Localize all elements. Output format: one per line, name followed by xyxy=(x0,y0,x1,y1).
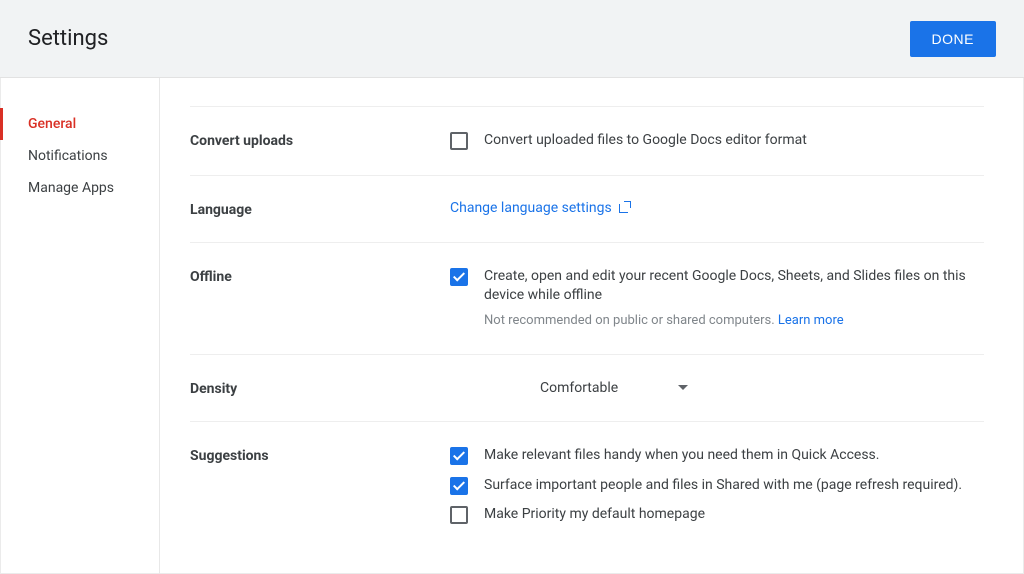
section-density: Density Comfortable xyxy=(190,355,984,422)
offline-text-main: Create, open and edit your recent Google… xyxy=(484,268,966,304)
chevron-down-icon xyxy=(678,385,688,390)
suggestion-text: Surface important people and files in Sh… xyxy=(484,476,984,496)
suggestion-quick-access-checkbox[interactable] xyxy=(450,447,468,465)
section-label: Offline xyxy=(190,267,450,330)
section-convert-uploads: Convert uploads Convert uploaded files t… xyxy=(190,107,984,176)
section-body: Convert uploaded files to Google Docs ed… xyxy=(450,131,984,151)
section-label: Density xyxy=(190,379,450,397)
section-offline: Offline Create, open and edit your recen… xyxy=(190,243,984,355)
settings-dialog: Settings DONE General Notifications Mana… xyxy=(0,0,1024,574)
section-body: Create, open and edit your recent Google… xyxy=(450,267,984,330)
section-label: Convert uploads xyxy=(190,131,450,151)
suggestion-text: Make relevant files handy when you need … xyxy=(484,446,984,466)
section-body: Make relevant files handy when you need … xyxy=(450,446,984,525)
sidebar-item-notifications[interactable]: Notifications xyxy=(0,140,159,172)
dialog-title: Settings xyxy=(28,26,108,51)
section-language: Language Change language settings xyxy=(190,176,984,243)
sidebar: General Notifications Manage Apps xyxy=(0,78,160,574)
suggestion-shared-checkbox[interactable] xyxy=(450,477,468,495)
done-button[interactable]: DONE xyxy=(910,21,996,57)
suggestion-row-shared: Surface important people and files in Sh… xyxy=(450,476,984,496)
external-link-icon xyxy=(619,202,630,213)
dialog-body: General Notifications Manage Apps Conver… xyxy=(0,78,1024,574)
offline-row: Create, open and edit your recent Google… xyxy=(450,267,984,330)
section-label: Suggestions xyxy=(190,446,450,525)
sidebar-item-general[interactable]: General xyxy=(0,108,159,140)
settings-content[interactable]: Convert uploads Convert uploaded files t… xyxy=(160,78,1024,574)
convert-uploads-checkbox[interactable] xyxy=(450,132,468,150)
suggestion-row-quick-access: Make relevant files handy when you need … xyxy=(450,446,984,466)
offline-hint-text: Not recommended on public or shared comp… xyxy=(484,313,778,328)
density-select[interactable]: Comfortable xyxy=(540,380,688,396)
scrollbar[interactable] xyxy=(1014,78,1022,574)
section-label: Language xyxy=(190,200,450,218)
suggestion-row-priority: Make Priority my default homepage xyxy=(450,505,984,525)
section-suggestions: Suggestions Make relevant files handy wh… xyxy=(190,422,984,549)
suggestion-priority-checkbox[interactable] xyxy=(450,506,468,524)
section-body: Change language settings xyxy=(450,200,984,218)
offline-text: Create, open and edit your recent Google… xyxy=(484,267,984,330)
convert-uploads-text: Convert uploaded files to Google Docs ed… xyxy=(484,131,984,151)
link-text: Change language settings xyxy=(450,200,612,216)
offline-checkbox[interactable] xyxy=(450,268,468,286)
dialog-header: Settings DONE xyxy=(0,0,1024,78)
density-value: Comfortable xyxy=(540,380,618,396)
offline-hint: Not recommended on public or shared comp… xyxy=(484,312,984,330)
change-language-link[interactable]: Change language settings xyxy=(450,200,630,216)
sidebar-item-manage-apps[interactable]: Manage Apps xyxy=(0,172,159,204)
offline-learn-more-link[interactable]: Learn more xyxy=(778,313,844,328)
suggestion-text: Make Priority my default homepage xyxy=(484,505,984,525)
section-body: Comfortable xyxy=(450,379,984,397)
convert-uploads-row: Convert uploaded files to Google Docs ed… xyxy=(450,131,984,151)
